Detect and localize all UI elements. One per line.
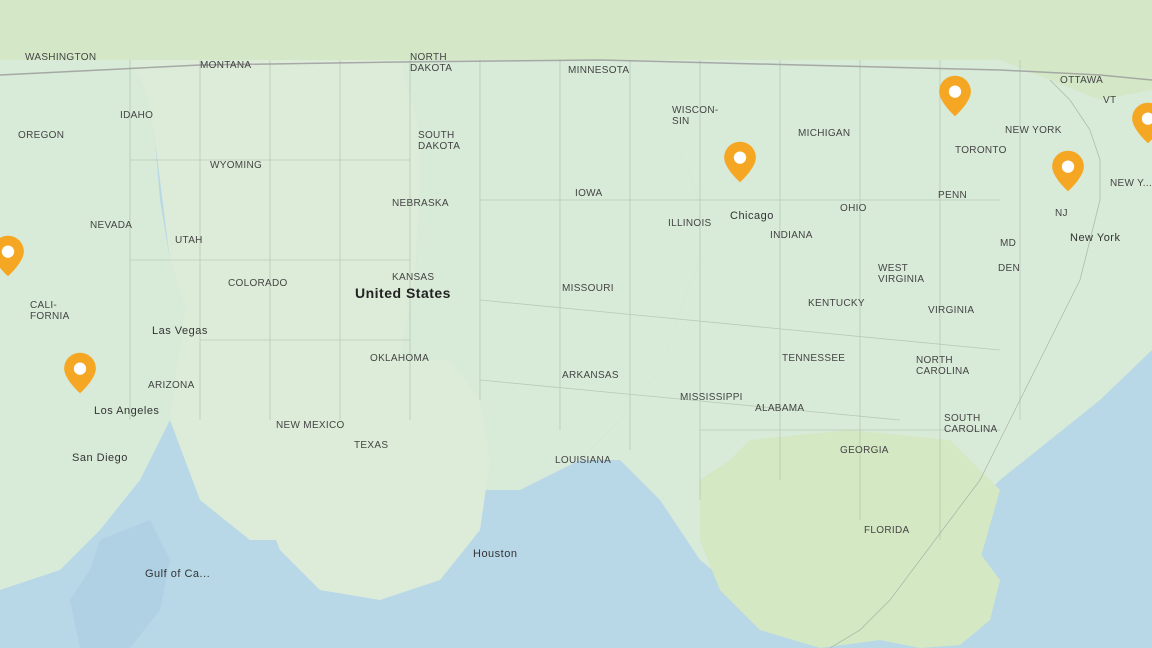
pin-east-coast[interactable] bbox=[1130, 101, 1152, 145]
pin-toronto[interactable] bbox=[937, 74, 973, 118]
map-container: WASHINGTON OREGON IDAHO NEVADA CALI-FORN… bbox=[0, 0, 1152, 648]
pin-los-angeles[interactable] bbox=[62, 351, 98, 395]
pin-new-york[interactable] bbox=[1050, 149, 1086, 193]
pin-san-francisco[interactable] bbox=[0, 234, 26, 278]
pin-chicago[interactable] bbox=[722, 140, 758, 184]
map-svg bbox=[0, 0, 1152, 648]
